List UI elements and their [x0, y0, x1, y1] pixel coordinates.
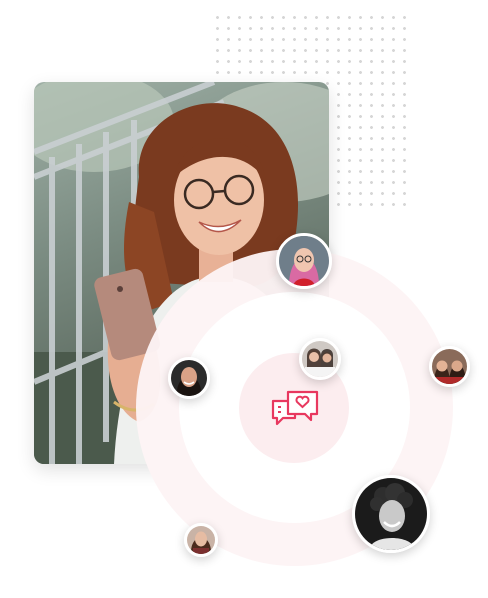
avatar-two-women-small-image: [302, 341, 338, 377]
avatar-woman-bottom-image: [187, 526, 215, 554]
avatar-pink-hair-woman-image: [279, 236, 329, 286]
chat-bubbles-heart-icon: [271, 390, 319, 426]
avatar-pink-hair-woman[interactable]: [276, 233, 332, 289]
avatar-dark-hair-woman-image: [171, 360, 207, 396]
avatar-two-women-right-image: [432, 349, 467, 384]
avatar-curly-hair-man[interactable]: [352, 475, 430, 553]
avatar-curly-hair-man-image: [355, 478, 427, 550]
avatar-two-women-right[interactable]: [429, 346, 470, 387]
avatar-dark-hair-woman[interactable]: [168, 357, 210, 399]
avatar-two-women-small[interactable]: [299, 338, 341, 380]
avatar-woman-bottom[interactable]: [184, 523, 218, 557]
